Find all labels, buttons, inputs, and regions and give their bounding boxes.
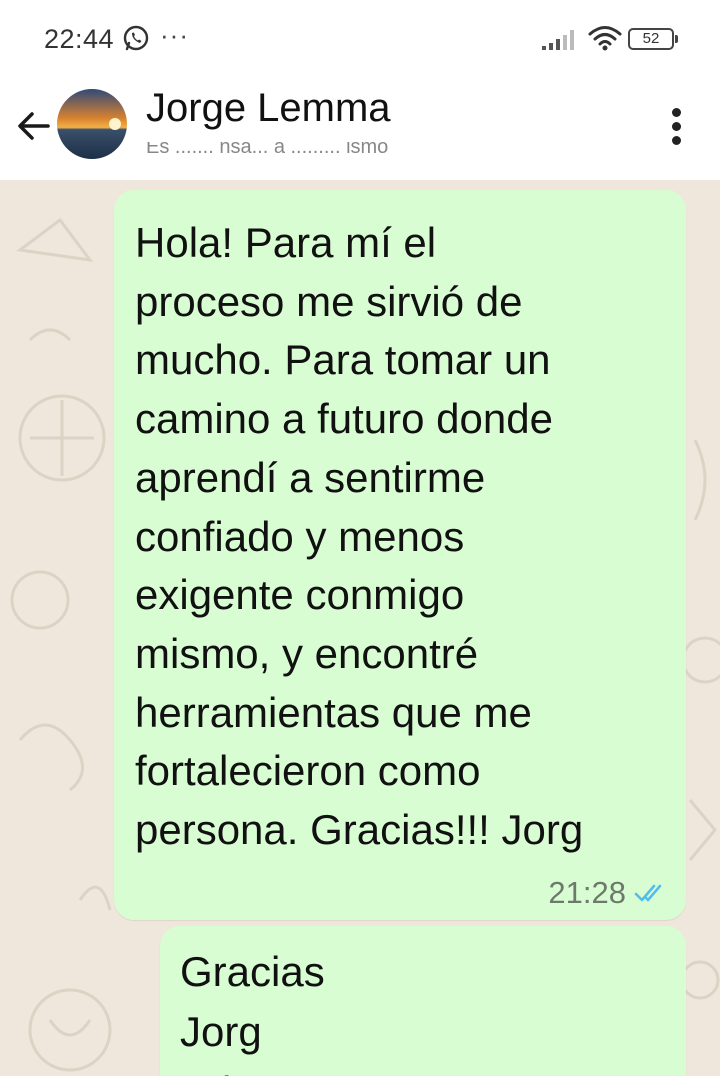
menu-dot: [672, 108, 681, 117]
message-text: Hola! Para mí el proceso me sirvió de mu…: [135, 219, 584, 854]
arrow-left-icon[interactable]: [12, 104, 56, 148]
menu-dot: [672, 122, 681, 131]
contact-status-text: Es ....... nsa... a ......... ismo: [146, 142, 389, 158]
more-vertical-icon[interactable]: [660, 102, 694, 152]
message-time: 21:28: [548, 875, 626, 910]
message-meta: 21:28: [548, 875, 670, 910]
double-check-icon: [634, 884, 662, 902]
message-bubble-outgoing[interactable]: Hola! Para mí el proceso me sirvió de mu…: [114, 190, 686, 920]
chat-body[interactable]: Hola! Para mí el proceso me sirvió de mu…: [0, 180, 720, 1076]
menu-dot: [672, 136, 681, 145]
wifi-icon: [588, 26, 622, 51]
overflow-notifications: ···: [160, 20, 189, 50]
avatar-sun: [109, 118, 121, 130]
message-text: Gracias Jorg D l: [180, 948, 325, 1076]
whatsapp-icon: [123, 25, 149, 51]
avatar[interactable]: [57, 89, 127, 159]
message-bubble-outgoing[interactable]: Gracias Jorg D l: [160, 926, 686, 1076]
battery-level: 52: [642, 30, 660, 47]
status-bar: 22:44 ··· 52: [0, 0, 720, 78]
chat-header: Jorge Lemma Es ....... nsa... a ........…: [0, 78, 720, 180]
contact-name[interactable]: Jorge Lemma: [146, 86, 391, 131]
status-time: 22:44: [44, 24, 115, 54]
battery-indicator: 52: [628, 28, 678, 50]
signal-icon: [542, 30, 574, 50]
contact-status: Es ....... nsa... a ......... ismo: [146, 142, 476, 160]
